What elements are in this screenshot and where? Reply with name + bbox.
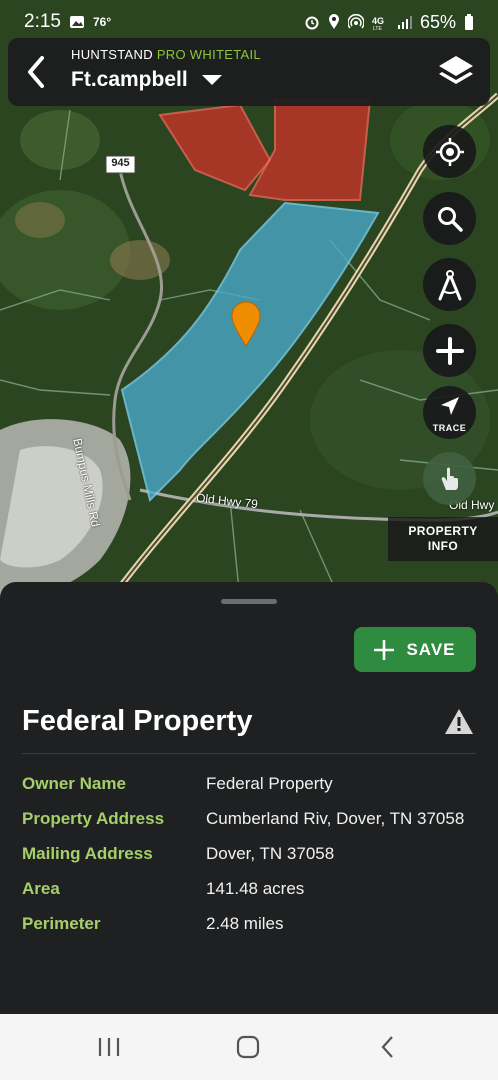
svg-text:LTE: LTE [373, 26, 382, 30]
temperature: 76° [92, 15, 112, 29]
recent-apps-icon[interactable] [92, 1032, 126, 1062]
app-name: HUNTSTAND PRO WHITETAIL [71, 47, 261, 62]
field-label: Perimeter [22, 914, 101, 933]
property-info-label[interactable]: PROPERTY INFO [388, 517, 498, 561]
field-value: Cumberland Riv, Dover, TN 37058 [206, 809, 465, 828]
field-label: Area [22, 879, 60, 898]
back-arrow-icon[interactable] [18, 52, 58, 92]
location-status-icon [328, 14, 339, 29]
battery-icon [465, 14, 473, 30]
add-button[interactable] [423, 324, 476, 377]
gallery-icon [69, 16, 84, 28]
chevron-down-icon [201, 75, 222, 85]
measure-button[interactable] [423, 258, 476, 311]
field-value: Federal Property [206, 774, 333, 793]
plus-icon [435, 336, 464, 365]
battery-percent: 65% [419, 11, 456, 32]
svg-text:4G: 4G [372, 16, 384, 26]
field-owner-name: Owner Name Federal Property [22, 774, 482, 794]
property-info-button[interactable] [423, 452, 476, 505]
field-perimeter: Perimeter 2.48 miles [22, 914, 482, 934]
field-area: Area 141.48 acres [22, 879, 482, 899]
trace-icon [440, 397, 459, 415]
field-label: Property Address [22, 809, 165, 828]
alarm-icon [305, 16, 319, 30]
4g-lte-icon: 4GLTE [372, 16, 384, 30]
app-name-brand: HUNTSTAND [71, 47, 153, 62]
hand-tap-icon [441, 467, 458, 490]
save-label: SAVE [406, 639, 456, 659]
trace-label: TRACE [432, 423, 467, 433]
field-value: Dover, TN 37058 [206, 844, 335, 863]
locate-me-button[interactable] [423, 125, 476, 178]
compass-measure-icon [438, 269, 461, 300]
field-label: Owner Name [22, 774, 126, 793]
clock: 2:15 [24, 11, 61, 32]
field-mailing-address: Mailing Address Dover, TN 37058 [22, 844, 482, 864]
hotspot-icon [347, 14, 364, 29]
app-tier: PRO WHITETAIL [156, 47, 261, 62]
layers-icon[interactable] [436, 52, 476, 92]
field-label: Mailing Address [22, 844, 153, 863]
field-property-address: Property Address Cumberland Riv, Dover, … [22, 809, 482, 829]
save-button[interactable]: SAVE [354, 627, 476, 672]
sheet-drag-handle[interactable] [221, 599, 277, 604]
property-sheet: SAVE Federal Property Owner Name Federal… [0, 582, 498, 1014]
property-info-text: PROPERTY INFO [408, 524, 478, 553]
back-nav-icon[interactable] [372, 1032, 406, 1062]
crosshair-icon [435, 137, 464, 166]
location-selector[interactable]: Ft.campbell [71, 68, 222, 92]
road-label-945: 945 [111, 157, 130, 169]
signal-icon [397, 16, 412, 29]
search-button[interactable] [423, 192, 476, 245]
divider [22, 753, 476, 754]
search-icon [437, 206, 463, 232]
home-icon[interactable] [231, 1032, 265, 1062]
field-value: 141.48 acres [206, 879, 305, 898]
plus-icon [374, 639, 395, 660]
property-title: Federal Property [22, 705, 253, 737]
field-value: 2.48 miles [206, 914, 284, 933]
map-header: HUNTSTAND PRO WHITETAIL Ft.campbell [8, 38, 490, 106]
trace-button[interactable]: TRACE [423, 386, 476, 439]
system-nav-bar [0, 1014, 498, 1080]
location-name: Ft.campbell [71, 68, 188, 91]
warning-icon[interactable] [444, 708, 474, 736]
